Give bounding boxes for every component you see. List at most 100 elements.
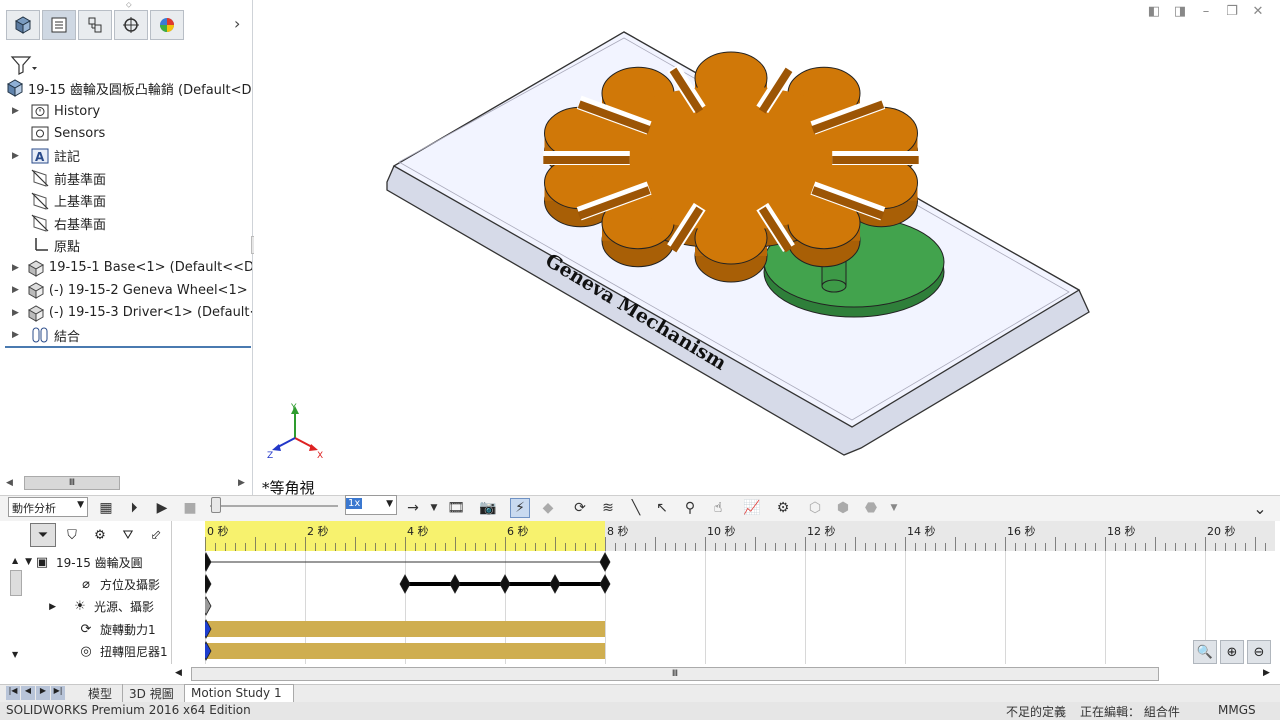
graphics-viewport[interactable]: Geneva Mechanism ◧ ◨ – ❐ ✕ — [254, 0, 1280, 495]
expand-arrow-icon[interactable]: ▶ — [12, 106, 22, 116]
keypoint[interactable] — [205, 574, 212, 594]
first-tab-icon[interactable]: |◀ — [6, 686, 20, 700]
scroll-down-arrow-icon[interactable]: ▼ — [12, 650, 18, 659]
minimize-icon[interactable]: – — [1199, 5, 1213, 19]
scroll-thumb[interactable] — [10, 570, 22, 596]
keypoint[interactable] — [399, 574, 411, 594]
tree-item[interactable]: 原點 — [0, 234, 252, 256]
scroll-right-arrow-icon[interactable]: ▶ — [238, 478, 245, 488]
spring-icon[interactable]: ≋ — [598, 498, 618, 518]
play-from-start-icon[interactable]: ⏵ — [124, 498, 144, 518]
damper-icon[interactable]: ╲ — [626, 498, 646, 518]
restore-icon[interactable]: ❐ — [1225, 5, 1239, 19]
keypoint[interactable] — [599, 574, 611, 594]
gravity-icon[interactable]: ☝ — [708, 498, 728, 518]
copy-study-icon[interactable]: ⬢ — [833, 498, 853, 518]
tab-configuration-manager[interactable] — [78, 10, 112, 40]
panel-grip[interactable]: ⬦ — [126, 0, 132, 10]
playback-mode-icon[interactable]: → — [403, 498, 423, 518]
tree-item[interactable]: ▶ 19-15-1 Base<1> (Default<<Def — [0, 257, 252, 279]
tab-3d-view[interactable]: 3D 視圖 — [122, 684, 180, 702]
tab-display-manager[interactable] — [150, 10, 184, 40]
tab-model[interactable]: 模型 — [82, 684, 118, 702]
tree-item[interactable]: 前基準面 — [0, 167, 252, 189]
save-animation-icon[interactable]: 🎞 — [446, 498, 466, 518]
tab-property-manager[interactable] — [42, 10, 76, 40]
tree-item[interactable]: ▶ (-) 19-15-2 Geneva Wheel<1> (D — [0, 279, 252, 301]
chevron-down-icon[interactable]: ▼ — [884, 498, 904, 518]
tab-motion-study[interactable]: Motion Study 1 — [184, 684, 294, 702]
filter-selected-icon[interactable]: ⚙ — [88, 523, 112, 547]
filter-animated-icon[interactable]: ⏷ — [30, 523, 56, 547]
tab-dimxpert-manager[interactable] — [114, 10, 148, 40]
playback-slider-track[interactable] — [210, 505, 338, 507]
scroll-left-arrow-icon[interactable]: ◀ — [6, 478, 13, 488]
scroll-left-arrow-icon[interactable]: ◀ — [175, 668, 182, 678]
zoom-in-icon[interactable]: ⊕ — [1220, 640, 1244, 664]
tab-feature-tree[interactable] — [6, 10, 40, 40]
timeline-bar[interactable] — [206, 643, 605, 659]
keypoint[interactable] — [499, 574, 511, 594]
results-plots-icon[interactable]: 📈 — [742, 498, 762, 518]
zoom-to-fit-icon[interactable]: 🔍 — [1193, 640, 1217, 664]
expand-arrow-icon[interactable]: ▶ — [12, 151, 22, 161]
filter-driving-icon[interactable]: ⛉ — [60, 523, 84, 547]
expand-arrow-icon[interactable]: ▶ — [12, 330, 22, 340]
keypoint[interactable] — [599, 552, 611, 572]
tree-item[interactable]: Sensors — [0, 122, 252, 144]
tree-item[interactable]: ▶ History — [0, 100, 252, 122]
tree-item[interactable]: ▶ (-) 19-15-3 Driver<1> (Default<< — [0, 302, 252, 324]
scroll-thumb[interactable]: Ⅲ — [24, 476, 120, 490]
tree-horizontal-scrollbar[interactable]: ◀ Ⅲ ▶ — [6, 475, 246, 491]
rotary-motor-icon: ⟳ — [80, 621, 92, 637]
keypoint[interactable] — [205, 552, 212, 572]
motion-tree-vertical-scrollbar[interactable]: ▲ ▼ — [8, 556, 26, 662]
tree-root-assembly[interactable]: 19-15 齒輪及圓板凸輪銷 (Default<De — [0, 77, 252, 99]
filter-collapse-icon[interactable]: ⬃ — [144, 523, 168, 547]
force-icon[interactable]: ↖ — [652, 498, 672, 518]
filter-button[interactable] — [10, 54, 38, 76]
scroll-right-arrow-icon[interactable]: ▶ — [1263, 668, 1270, 678]
playback-speed-value: 1x — [346, 498, 363, 509]
study-type-select[interactable]: 動作分析 ▼ — [8, 497, 88, 517]
simulation-setup-icon[interactable]: ⬡ — [805, 498, 825, 518]
last-tab-icon[interactable]: ▶| — [51, 686, 65, 700]
filter-results-icon[interactable]: ⛛ — [116, 523, 140, 547]
expand-arrow-icon[interactable]: ▶ — [12, 308, 19, 318]
prev-tab-icon[interactable]: ◀ — [21, 686, 35, 700]
window-tile-left-icon[interactable]: ◧ — [1147, 5, 1161, 19]
calculate-icon[interactable]: ▦ — [96, 498, 116, 518]
scroll-up-arrow-icon[interactable]: ▲ — [12, 556, 18, 565]
autokey-icon[interactable]: ⚡ — [510, 498, 530, 518]
settings-gear-icon[interactable]: ⚙ — [773, 498, 793, 518]
keypoint[interactable] — [205, 596, 212, 616]
chevron-right-icon[interactable]: › — [234, 14, 240, 33]
keypoint[interactable] — [549, 574, 561, 594]
close-icon[interactable]: ✕ — [1251, 5, 1265, 19]
zoom-out-icon[interactable]: ⊖ — [1247, 640, 1271, 664]
add-key-icon[interactable]: ◆ — [538, 498, 558, 518]
tree-item[interactable]: 右基準面 — [0, 212, 252, 234]
tree-item[interactable]: ▶ 結合 — [0, 324, 252, 346]
contact-icon[interactable]: ⚲ — [680, 498, 700, 518]
stop-icon[interactable]: ■ — [180, 498, 200, 518]
scroll-thumb[interactable]: Ⅲ — [191, 667, 1159, 681]
collapse-panel-icon[interactable]: ⌄ — [1250, 498, 1270, 518]
motor-icon[interactable]: ⟳ — [570, 498, 590, 518]
tree-item[interactable]: 上基準面 — [0, 190, 252, 212]
chevron-down-icon[interactable]: ▼ — [424, 498, 444, 518]
tree-item-label: 註記 — [54, 150, 81, 166]
animation-wizard-icon[interactable]: 📷 — [478, 498, 498, 518]
window-tile-right-icon[interactable]: ◨ — [1173, 5, 1187, 19]
playback-slider-thumb[interactable] — [211, 497, 221, 513]
keypoint[interactable] — [449, 574, 461, 594]
tree-item[interactable]: ▶ A 註記 — [0, 145, 252, 167]
export-icon[interactable]: ⬣ — [861, 498, 881, 518]
expand-arrow-icon[interactable]: ▶ — [12, 285, 19, 295]
play-icon[interactable]: ▶ — [152, 498, 172, 518]
unit-system[interactable]: MMGS — [1218, 703, 1256, 717]
expand-arrow-icon[interactable]: ▶ — [12, 263, 19, 273]
timeline-horizontal-scrollbar[interactable]: ◀ Ⅲ ▶ — [175, 666, 1275, 682]
timeline-bar[interactable] — [206, 621, 605, 637]
next-tab-icon[interactable]: ▶ — [36, 686, 50, 700]
